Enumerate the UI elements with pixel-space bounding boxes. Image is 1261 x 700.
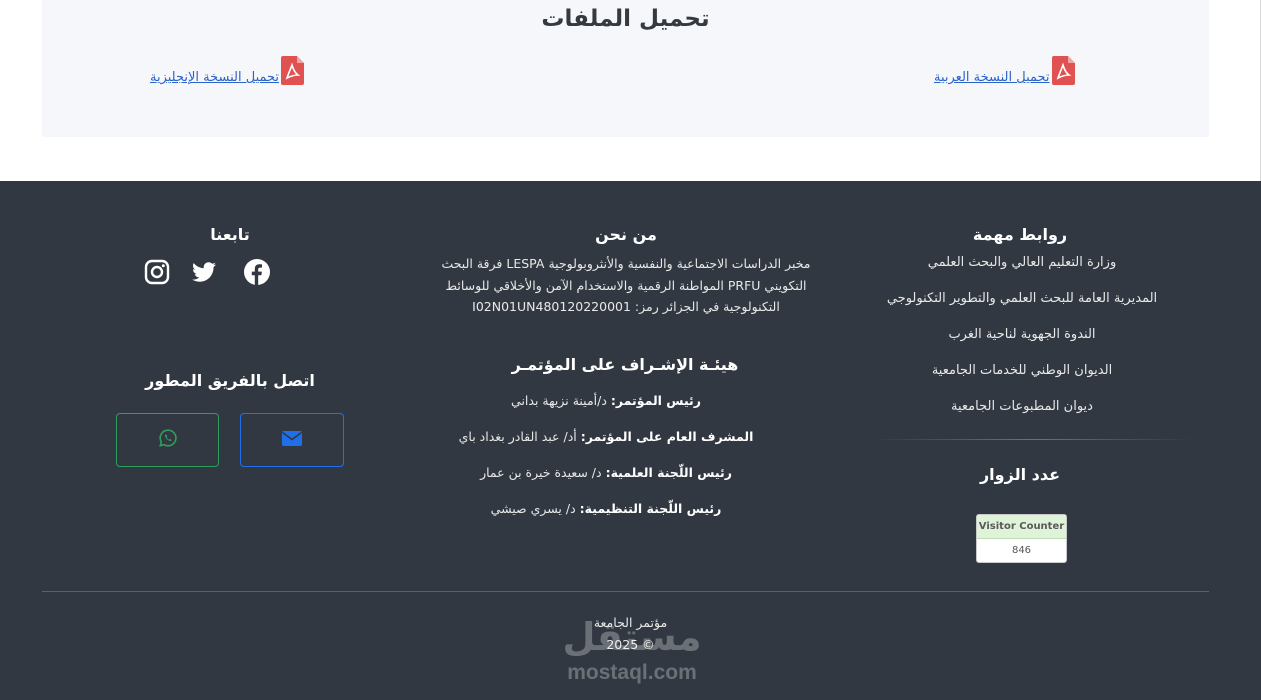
visitor-counter-label: Visitor Counter	[977, 515, 1066, 539]
contact-title: اتصل بالفريق المطور	[145, 371, 315, 390]
links-divider	[873, 439, 1193, 440]
visitors-title: عدد الزوار	[979, 465, 1061, 484]
board-member-name: د/أمينة نزيهة بداني	[511, 393, 607, 408]
follow-title: تابعنا	[210, 225, 250, 244]
board-member: رئيس المؤتمر: د/أمينة نزيهة بداني	[426, 391, 786, 427]
email-button[interactable]	[240, 413, 344, 467]
board-title: هيئـة الإشـراف على المؤتمـر	[511, 355, 739, 374]
board-role: رئيس المؤتمر:	[610, 393, 701, 408]
envelope-icon	[282, 430, 302, 450]
pdf-icon	[281, 56, 305, 85]
board-member-name: د/ يسري صيشي	[490, 501, 576, 516]
board-list: رئيس المؤتمر: د/أمينة نزيهة بداني المشرف…	[426, 391, 786, 535]
whatsapp-icon	[158, 429, 177, 451]
download-arabic-link[interactable]: تحميل النسخة العربية	[934, 56, 1075, 85]
board-member: المشرف العام على المؤتمر: أد/ عبد القادر…	[426, 427, 786, 463]
social-links	[144, 259, 274, 285]
download-arabic-label: تحميل النسخة العربية	[934, 70, 1050, 85]
board-member: رئيس اللّجنة العلمية: د/ سعيدة خيرة بن ع…	[426, 463, 786, 499]
link-regional-conference[interactable]: الندوة الجهوية لناحية الغرب	[852, 325, 1192, 361]
board-role: رئيس اللّجنة التنظيمية:	[579, 501, 722, 516]
board-role: رئيس اللّجنة العلمية:	[605, 465, 732, 480]
link-university-services[interactable]: الديوان الوطني للخدمات الجامعية	[852, 361, 1192, 397]
watermark-latin: mostaql.com	[567, 661, 697, 684]
link-university-publications[interactable]: ديوان المطبوعات الجامعية	[852, 397, 1192, 433]
about-title: من نحن	[595, 225, 657, 244]
link-research-directorate[interactable]: المديرية العامة للبحث العلمي والتطوير ال…	[852, 289, 1192, 325]
download-english-link[interactable]: تحميل النسخة الإنجليزية	[150, 56, 305, 85]
links-list: وزارة التعليم العالي والبحث العلمي المدي…	[852, 253, 1192, 433]
visitor-count: 846	[1011, 545, 1032, 556]
links-title: روابط مهمة	[972, 225, 1068, 244]
footer-copyright: © 2025	[606, 637, 655, 652]
whatsapp-button[interactable]	[116, 413, 219, 467]
board-member-name: أد/ عبد القادر بغداد باي	[458, 429, 577, 444]
board-member-name: د/ سعيدة خيرة بن عمار	[480, 465, 602, 480]
footer-site-name: مؤتمر الجامعة	[593, 615, 668, 630]
board-member: رئيس اللّجنة التنظيمية: د/ يسري صيشي	[426, 499, 786, 535]
site-footer: روابط مهمة وزارة التعليم العالي والبحث ا…	[0, 181, 1261, 700]
pdf-icon	[1051, 56, 1075, 85]
downloads-section: تحميل الملفات تحميل النسخة العربية تحميل…	[42, 0, 1209, 137]
about-text: مخبر الدراسات الاجتماعية والنفسية والأنث…	[441, 256, 811, 314]
download-english-label: تحميل النسخة الإنجليزية	[150, 70, 280, 85]
footer-divider	[42, 591, 1209, 592]
instagram-icon[interactable]	[144, 259, 170, 285]
facebook-icon[interactable]	[244, 259, 270, 285]
board-role: المشرف العام على المؤتمر:	[580, 429, 754, 444]
downloads-title: تحميل الملفات	[541, 6, 710, 32]
link-ministry[interactable]: وزارة التعليم العالي والبحث العلمي	[852, 253, 1192, 289]
visitor-counter[interactable]: Visitor Counter 846	[976, 514, 1067, 563]
twitter-icon[interactable]	[191, 259, 217, 285]
